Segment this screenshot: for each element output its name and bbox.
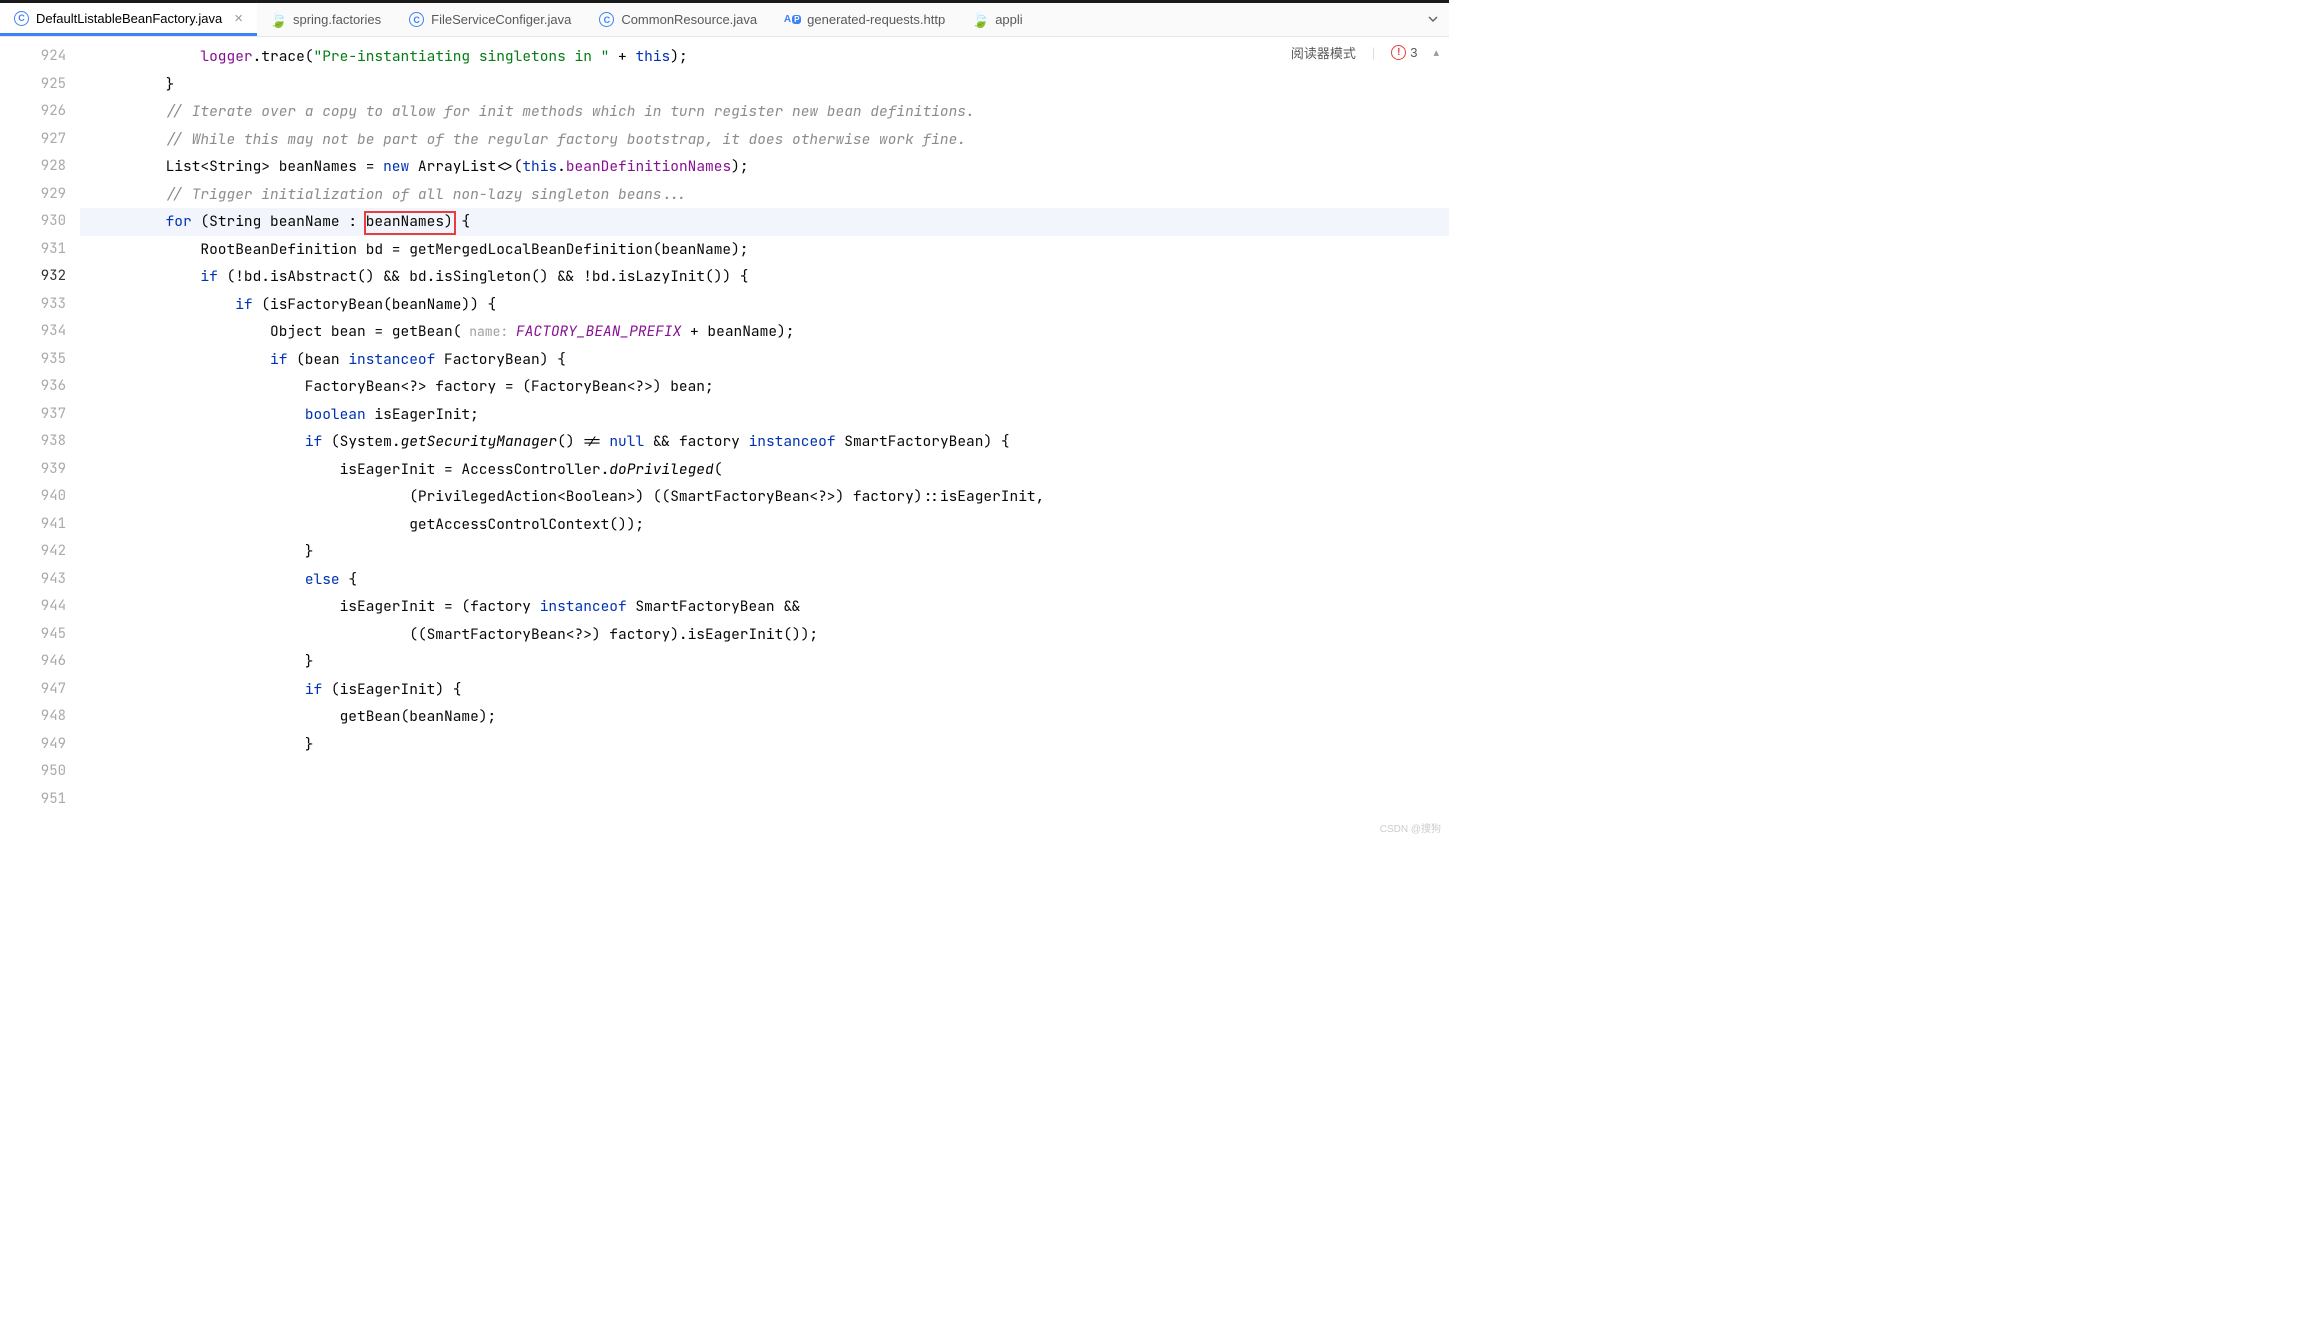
code-line[interactable]: }	[80, 648, 1449, 676]
tab-spring-factories[interactable]: 🍃 spring.factories	[257, 3, 395, 36]
line-number: 925	[0, 71, 66, 99]
watermark: CSDN @搜狗	[1380, 820, 1441, 835]
java-class-icon: C	[14, 11, 29, 26]
spring-leaf-icon: 🍃	[271, 12, 286, 27]
line-number: 934	[0, 318, 66, 346]
line-number: 933	[0, 291, 66, 319]
line-number: 924	[0, 43, 66, 71]
code-line[interactable]: if (isFactoryBean(beanName)) {	[80, 291, 1449, 319]
line-number: 929	[0, 181, 66, 209]
line-number: 932	[0, 263, 66, 291]
spring-leaf-icon: 🍃	[973, 12, 988, 27]
code-line[interactable]: isEagerInit = (factory instanceof SmartF…	[80, 593, 1449, 621]
chevron-down-icon	[1427, 13, 1439, 25]
reader-mode-button[interactable]: 阅读器模式	[1291, 43, 1356, 62]
code-line[interactable]: (PrivilegedAction<Boolean>) ((SmartFacto…	[80, 483, 1449, 511]
error-icon: !	[1391, 45, 1406, 60]
code-line[interactable]: if (!bd.isAbstract() && bd.isSingleton()…	[80, 263, 1449, 291]
error-count: 3	[1410, 45, 1417, 60]
java-class-icon: C	[599, 12, 614, 27]
code-line[interactable]: FactoryBean<?> factory = (FactoryBean<?>…	[80, 373, 1449, 401]
line-number: 930	[0, 208, 66, 236]
code-line[interactable]: for (String beanName : beanNames) {	[80, 208, 1449, 236]
line-number: 928	[0, 153, 66, 181]
line-number: 931	[0, 236, 66, 264]
http-icon: AP	[785, 12, 800, 27]
line-number: 936	[0, 373, 66, 401]
tab-common-resource[interactable]: C CommonResource.java	[585, 3, 771, 36]
editor-area: 阅读器模式 | ! 3 ▴ 92492592692792892993093193…	[0, 37, 1449, 839]
line-number: 926	[0, 98, 66, 126]
line-number: 946	[0, 648, 66, 676]
line-number: 940	[0, 483, 66, 511]
code-line[interactable]: }	[80, 538, 1449, 566]
line-number: 947	[0, 676, 66, 704]
code-line[interactable]: logger.trace("Pre-instantiating singleto…	[80, 43, 1449, 71]
line-number: 944	[0, 593, 66, 621]
java-class-icon: C	[409, 12, 424, 27]
code-line[interactable]: RootBeanDefinition bd = getMergedLocalBe…	[80, 236, 1449, 264]
tab-generated-requests[interactable]: AP generated-requests.http	[771, 3, 959, 36]
editor-status-bar: 阅读器模式 | ! 3 ▴	[1291, 43, 1439, 62]
line-number: 951	[0, 786, 66, 814]
editor-tabs-bar: C DefaultListableBeanFactory.java × 🍃 sp…	[0, 3, 1449, 37]
code-line[interactable]: if (bean instanceof FactoryBean) {	[80, 346, 1449, 374]
tab-label: DefaultListableBeanFactory.java	[36, 11, 222, 26]
code-line[interactable]: if (System.getSecurityManager() != null …	[80, 428, 1449, 456]
line-number: 945	[0, 621, 66, 649]
code-line[interactable]: Object bean = getBean( name: FACTORY_BEA…	[80, 318, 1449, 346]
code-line[interactable]: List<String> beanNames = new ArrayList<>…	[80, 153, 1449, 181]
collapse-icon[interactable]: ▴	[1433, 46, 1439, 59]
code-line[interactable]: isEagerInit = AccessController.doPrivile…	[80, 456, 1449, 484]
code-line[interactable]: // Iterate over a copy to allow for init…	[80, 98, 1449, 126]
tab-label: appli	[995, 12, 1022, 27]
code-editor[interactable]: logger.trace("Pre-instantiating singleto…	[80, 37, 1449, 839]
code-line[interactable]: // While this may not be part of the reg…	[80, 126, 1449, 154]
line-number: 935	[0, 346, 66, 374]
tab-application[interactable]: 🍃 appli	[959, 3, 1036, 36]
line-number-gutter: 9249259269279289299309319329339349359369…	[0, 37, 80, 839]
tab-overflow-button[interactable]	[1417, 12, 1449, 28]
code-line[interactable]: boolean isEagerInit;	[80, 401, 1449, 429]
tab-label: FileServiceConfiger.java	[431, 12, 571, 27]
code-line[interactable]: if (isEagerInit) {	[80, 676, 1449, 704]
tab-label: generated-requests.http	[807, 12, 945, 27]
code-line[interactable]: }	[80, 731, 1449, 759]
line-number: 941	[0, 511, 66, 539]
line-number: 949	[0, 731, 66, 759]
code-line[interactable]: }	[80, 71, 1449, 99]
tab-default-listable-bean-factory[interactable]: C DefaultListableBeanFactory.java ×	[0, 3, 257, 36]
line-number: 927	[0, 126, 66, 154]
code-line[interactable]: // Trigger initialization of all non-laz…	[80, 181, 1449, 209]
code-line[interactable]: else {	[80, 566, 1449, 594]
line-number: 950	[0, 758, 66, 786]
line-number: 948	[0, 703, 66, 731]
error-indicator[interactable]: ! 3	[1391, 45, 1417, 60]
close-icon[interactable]: ×	[234, 10, 243, 27]
line-number: 943	[0, 566, 66, 594]
tab-label: spring.factories	[293, 12, 381, 27]
code-line[interactable]: getAccessControlContext());	[80, 511, 1449, 539]
line-number: 937	[0, 401, 66, 429]
line-number: 939	[0, 456, 66, 484]
line-number: 942	[0, 538, 66, 566]
line-number: 938	[0, 428, 66, 456]
code-line[interactable]: ((SmartFactoryBean<?>) factory).isEagerI…	[80, 621, 1449, 649]
tab-file-service-configer[interactable]: C FileServiceConfiger.java	[395, 3, 585, 36]
code-line[interactable]: getBean(beanName);	[80, 703, 1449, 731]
tab-label: CommonResource.java	[621, 12, 757, 27]
